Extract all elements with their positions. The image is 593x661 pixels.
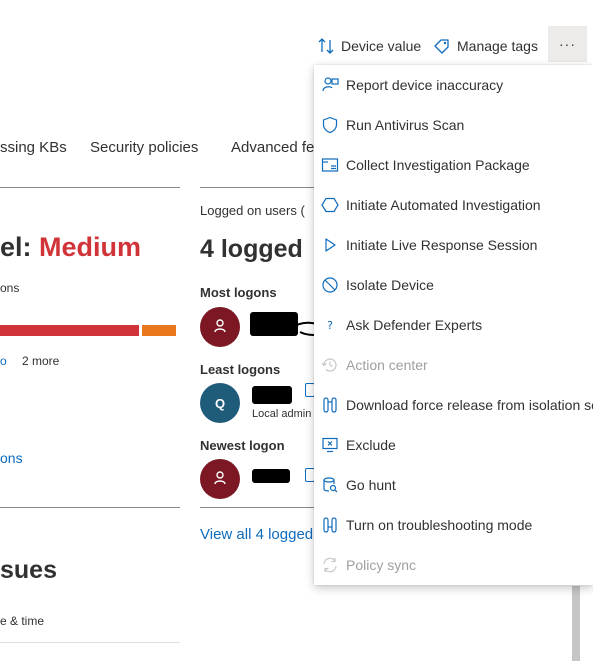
menu-item-label: Run Antivirus Scan bbox=[346, 117, 465, 133]
newest-logon-label: Newest logon bbox=[200, 438, 285, 453]
device-value-label: Device value bbox=[341, 38, 422, 54]
menu-item-download-force-release[interactable]: Download force release from isolation sc bbox=[314, 385, 593, 425]
redacted-username bbox=[252, 386, 292, 404]
more-dots-icon: ··· bbox=[559, 36, 576, 52]
menu-item-label: Exclude bbox=[346, 437, 396, 453]
menu-item-report-device-inaccuracy[interactable]: Report device inaccuracy bbox=[314, 65, 593, 105]
person-icon bbox=[212, 318, 228, 337]
menu-item-troubleshooting-mode[interactable]: Turn on troubleshooting mode bbox=[314, 505, 593, 545]
monitor-exclude-icon bbox=[320, 435, 340, 455]
person-icon bbox=[212, 470, 228, 489]
risk-bar-medium bbox=[142, 325, 176, 336]
menu-item-label: Initiate Live Response Session bbox=[346, 237, 538, 253]
tab-missing-kbs[interactable]: ssing KBs bbox=[0, 139, 67, 156]
database-search-icon bbox=[320, 475, 340, 495]
menu-item-action-center: Action center bbox=[314, 345, 593, 385]
tab-security-policies[interactable]: Security policies bbox=[90, 139, 198, 156]
hexagon-icon bbox=[320, 195, 340, 215]
view-all-logged-users-link[interactable]: View all 4 logged bbox=[200, 526, 313, 543]
avatar[interactable]: Q bbox=[200, 383, 240, 423]
device-value-button[interactable]: Device value bbox=[317, 34, 421, 58]
menu-item-label: Report device inaccuracy bbox=[346, 77, 504, 93]
play-icon bbox=[320, 235, 340, 255]
menu-item-label: Ask Defender Experts bbox=[346, 317, 483, 333]
menu-item-label: Collect Investigation Package bbox=[346, 157, 530, 173]
menu-item-go-hunt[interactable]: Go hunt bbox=[314, 465, 593, 505]
more-actions-menu: Report device inaccuracy Run Antivirus S… bbox=[314, 65, 593, 585]
question-icon: ? bbox=[320, 315, 340, 335]
avatar[interactable] bbox=[200, 307, 240, 347]
menu-item-ask-defender-experts[interactable]: ? Ask Defender Experts bbox=[314, 305, 593, 345]
risk-recommendations-link[interactable]: ons bbox=[0, 450, 23, 466]
report-icon bbox=[320, 75, 340, 95]
more-actions-button[interactable]: ··· bbox=[548, 26, 587, 62]
least-logon-role: Local admin bbox=[252, 408, 312, 420]
menu-item-label: Go hunt bbox=[346, 477, 396, 493]
script-icon bbox=[320, 395, 340, 415]
risk-more-count[interactable]: 2 more bbox=[22, 354, 59, 368]
troubleshoot-icon bbox=[320, 515, 340, 535]
risk-level-title: el: Medium bbox=[0, 232, 142, 262]
menu-item-initiate-live-response-session[interactable]: Initiate Live Response Session bbox=[314, 225, 593, 265]
tag-icon bbox=[433, 37, 451, 55]
sync-icon bbox=[320, 555, 340, 575]
menu-item-isolate-device[interactable]: Isolate Device bbox=[314, 265, 593, 305]
package-icon bbox=[320, 155, 340, 175]
shield-icon bbox=[320, 115, 340, 135]
risk-more-prefix: o bbox=[0, 354, 7, 368]
section-divider bbox=[200, 507, 314, 508]
history-icon bbox=[320, 355, 340, 375]
risk-level-value: Medium bbox=[39, 232, 142, 262]
menu-item-label: Turn on troubleshooting mode bbox=[346, 517, 533, 533]
section-divider bbox=[0, 187, 180, 188]
block-icon bbox=[320, 275, 340, 295]
table-divider bbox=[0, 642, 180, 643]
redacted-username bbox=[250, 312, 298, 336]
menu-item-collect-investigation-package[interactable]: Collect Investigation Package bbox=[314, 145, 593, 185]
logged-users-count: 4 logged bbox=[200, 235, 303, 263]
menu-item-policy-sync: Policy sync bbox=[314, 545, 593, 585]
scrollbar[interactable] bbox=[572, 586, 580, 661]
logged-users-header: Logged on users ( bbox=[200, 203, 305, 218]
menu-item-label: Policy sync bbox=[346, 557, 417, 573]
section-divider bbox=[200, 187, 314, 188]
redacted-username bbox=[252, 469, 290, 483]
issues-column-header: e & time bbox=[0, 614, 45, 628]
manage-tags-button[interactable]: Manage tags bbox=[433, 34, 538, 58]
section-divider bbox=[0, 507, 180, 508]
menu-item-exclude[interactable]: Exclude bbox=[314, 425, 593, 465]
manage-tags-label: Manage tags bbox=[457, 38, 538, 54]
svg-text:?: ? bbox=[327, 319, 333, 332]
risk-sub-label: ons bbox=[0, 281, 20, 295]
menu-item-label: Action center bbox=[346, 357, 428, 373]
risk-bar-high bbox=[0, 325, 139, 336]
menu-item-label: Isolate Device bbox=[346, 277, 434, 293]
avatar[interactable] bbox=[200, 459, 240, 499]
sort-arrows-icon bbox=[317, 37, 335, 55]
least-logons-label: Least logons bbox=[200, 362, 281, 377]
most-logons-label: Most logons bbox=[200, 285, 277, 300]
menu-item-initiate-automated-investigation[interactable]: Initiate Automated Investigation bbox=[314, 185, 593, 225]
menu-item-run-antivirus-scan[interactable]: Run Antivirus Scan bbox=[314, 105, 593, 145]
menu-item-label: Initiate Automated Investigation bbox=[346, 197, 541, 213]
issues-title: sues bbox=[0, 556, 57, 584]
tab-advanced-features[interactable]: Advanced fe bbox=[231, 139, 314, 156]
menu-item-label: Download force release from isolation sc bbox=[346, 397, 593, 413]
